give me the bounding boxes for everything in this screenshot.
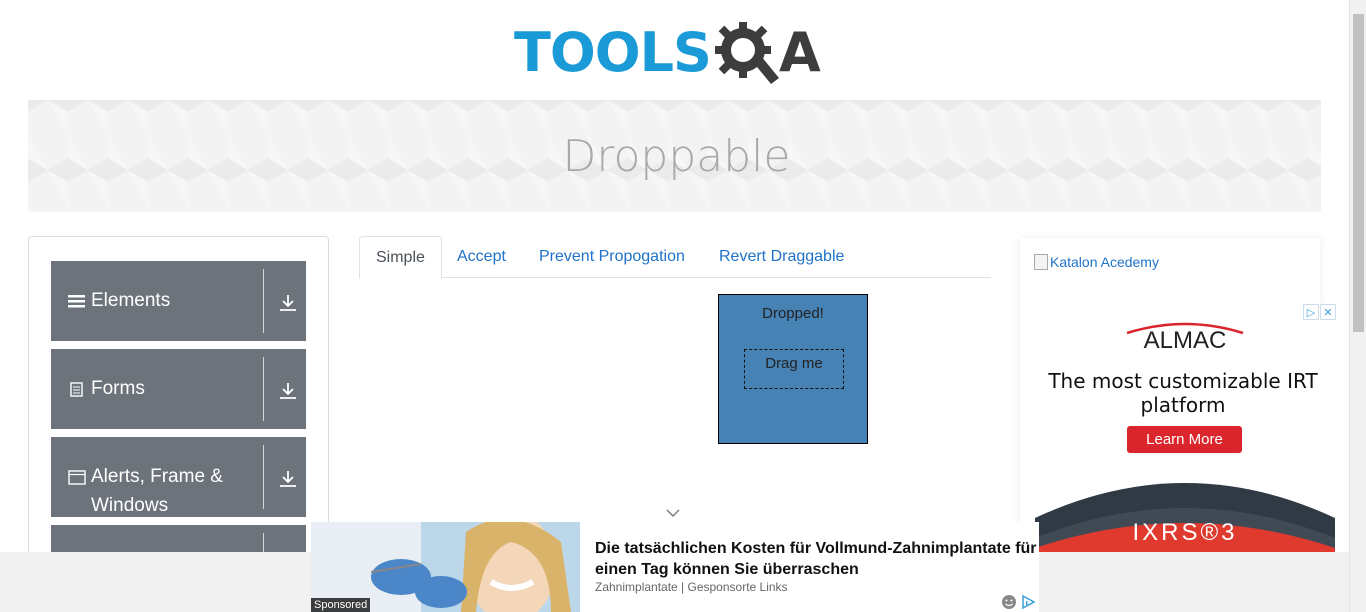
sidebar-group-forms[interactable]: Forms [51,349,306,429]
ad-source: Zahnimplantate | Gesponsorte Links [595,580,788,594]
adchoices-icon[interactable] [1021,594,1037,610]
learn-more-button[interactable]: Learn More [1127,426,1242,453]
chevron-down-icon[interactable] [666,508,680,518]
product-name: IXRS®3 [1132,519,1238,546]
tab-revert-draggable[interactable]: Revert Draggable [703,236,860,278]
bottom-sponsored-ad[interactable]: Sponsored Die tatsächlichen Kosten für V… [311,522,1039,612]
katalon-alt-text: Katalon Acedemy [1050,254,1159,270]
divider [263,357,264,421]
document-icon [70,382,83,397]
broken-image-icon [1034,254,1048,270]
page-title: Droppable [562,130,791,182]
katalon-academy-link[interactable]: Katalon Acedemy [1034,254,1159,270]
divider [263,269,264,333]
ad-photo: Sponsored [311,522,580,612]
adchoices-icon[interactable]: ▷ [1303,304,1319,320]
list-icon [68,295,85,308]
download-icon[interactable] [279,294,297,312]
tab-prevent-propogation[interactable]: Prevent Propogation [523,236,701,278]
gear-magnifier-icon [714,22,779,84]
page-scrollbar[interactable] [1349,0,1366,612]
toolsqa-logo[interactable]: TOOLS A [514,14,838,92]
droppable-target[interactable]: Dropped! Drag me [718,294,868,444]
page-banner: Droppable [28,100,1321,212]
tab-simple[interactable]: Simple [359,236,442,279]
download-icon[interactable] [279,382,297,400]
sidebar-group-elements[interactable]: Elements [51,261,306,341]
almac-brand: ALMAC [1143,327,1227,354]
sponsored-label: Sponsored [311,598,371,612]
logo-tools-text: TOOLS [514,21,712,84]
ad-info[interactable] [1001,594,1037,610]
left-sidebar: Elements Forms Alerts, Frame & Windows [28,236,329,567]
sidebar-group-alerts[interactable]: Alerts, Frame & Windows [51,437,306,517]
sidebar-group-label: Forms [91,378,145,399]
smiley-icon[interactable] [1001,594,1017,610]
droppable-tabs: Simple Accept Prevent Propogation Revert… [359,236,991,279]
ad-choices[interactable]: ▷ ✕ [1302,304,1336,320]
close-icon[interactable]: ✕ [1320,304,1336,320]
draggable-box[interactable]: Drag me [744,349,844,389]
window-icon [68,470,86,485]
drop-target-text: Dropped! [762,305,824,322]
divider [263,445,264,509]
tab-accept[interactable]: Accept [441,236,522,278]
sidebar-group-label: Alerts, Frame & Windows [91,466,223,516]
scrollbar-thumb[interactable] [1353,14,1364,332]
sidebar-group-label: Elements [91,290,171,311]
ad-headline: The most customizable IRT platform [1048,369,1318,417]
ad-headline[interactable]: Die tatsächlichen Kosten für Vollmund-Za… [595,538,1039,580]
download-icon[interactable] [279,470,297,488]
logo-a-text: A [778,21,821,84]
almac-ad[interactable]: ALMAC The most customizable IRT platform… [1035,303,1335,552]
